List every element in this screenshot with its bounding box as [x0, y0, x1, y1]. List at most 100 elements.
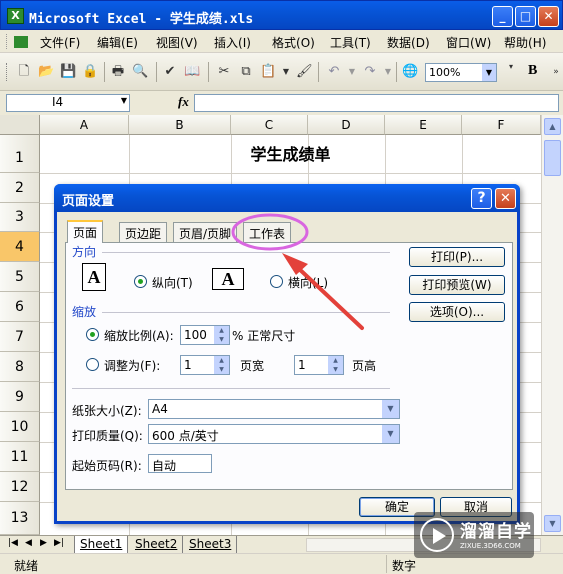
print-preview-button[interactable]: 打印预览(W)	[409, 275, 505, 295]
spin-up-icon[interactable]: ▲	[214, 356, 229, 365]
scroll-thumb[interactable]	[544, 140, 561, 176]
row-header[interactable]: 6	[0, 292, 40, 322]
cut-icon[interactable]: ✂	[216, 64, 232, 80]
row-header[interactable]: 1	[0, 135, 40, 173]
tab-margins[interactable]: 页边距	[119, 222, 168, 242]
menu-edit[interactable]: 编辑(E)	[97, 34, 138, 51]
row-header[interactable]: 4	[0, 232, 40, 262]
menu-window[interactable]: 窗口(W)	[446, 34, 491, 51]
maximize-button[interactable]: □	[515, 6, 536, 27]
row-header[interactable]: 3	[0, 203, 40, 232]
dialog-title-bar[interactable]: 页面设置 ? ✕	[54, 184, 520, 212]
sheet-tab-3[interactable]: Sheet3	[184, 536, 238, 553]
first-sheet-icon[interactable]: |◀	[8, 538, 18, 548]
menu-help[interactable]: 帮助(H)	[504, 34, 546, 51]
scroll-down-button[interactable]: ▼	[544, 515, 561, 532]
paste-icon[interactable]: 📋	[260, 64, 276, 80]
chevron-down-icon[interactable]: ▼	[382, 425, 399, 443]
landscape-label[interactable]: 横向(L)	[288, 274, 328, 291]
menu-file[interactable]: 文件(F)	[40, 34, 80, 51]
column-header[interactable]: B	[129, 115, 231, 135]
tab-header-footer[interactable]: 页眉/页脚	[173, 222, 238, 242]
chevron-down-icon[interactable]: ▼	[482, 64, 496, 81]
select-all-corner[interactable]	[0, 115, 40, 135]
scroll-up-button[interactable]: ▲	[544, 118, 561, 135]
format-painter-icon[interactable]: 🖌	[296, 64, 313, 80]
row-header[interactable]: 7	[0, 322, 40, 352]
row-header[interactable]: 10	[0, 412, 40, 442]
first-page-number-input[interactable]: 自动	[148, 454, 212, 473]
toolbar-more-icon[interactable]: »	[548, 64, 563, 80]
research-icon[interactable]: 📖	[184, 64, 200, 80]
chevron-down-icon[interactable]: ▼	[382, 400, 399, 418]
fit-to-radio[interactable]	[86, 358, 99, 371]
hyperlink-icon[interactable]: 🌐	[402, 64, 418, 80]
spin-down-icon[interactable]: ▼	[214, 365, 229, 374]
tab-sheet[interactable]: 工作表	[243, 222, 292, 242]
menu-format[interactable]: 格式(O)	[272, 34, 315, 51]
prev-sheet-icon[interactable]: ◀	[25, 538, 32, 548]
help-button[interactable]: ?	[471, 188, 492, 209]
undo-dropdown-icon[interactable]: ▼	[344, 64, 360, 80]
row-header[interactable]: 9	[0, 382, 40, 412]
column-header[interactable]: C	[231, 115, 308, 135]
spin-up-icon[interactable]: ▲	[328, 356, 343, 365]
menu-insert[interactable]: 插入(I)	[214, 34, 251, 51]
bold-button[interactable]: B	[528, 63, 537, 79]
insert-function-icon[interactable]: fx	[178, 94, 189, 110]
adjust-scale-label[interactable]: 缩放比例(A):	[104, 327, 174, 344]
paste-dropdown-icon[interactable]: ▼	[278, 64, 294, 80]
vertical-scrollbar[interactable]: ▲ ▼	[541, 115, 563, 535]
column-header[interactable]: D	[308, 115, 385, 135]
row-header[interactable]: 13	[0, 502, 40, 535]
options-button[interactable]: 选项(O)...	[409, 302, 505, 322]
minimize-button[interactable]: _	[492, 6, 513, 27]
print-quality-select[interactable]: 600 点/英寸 ▼	[148, 424, 400, 444]
row-header[interactable]: 8	[0, 352, 40, 382]
fit-wide-input[interactable]: 1 ▲ ▼	[180, 355, 230, 375]
paper-size-select[interactable]: A4 ▼	[148, 399, 400, 419]
dialog-close-button[interactable]: ✕	[495, 188, 516, 209]
redo-dropdown-icon[interactable]: ▼	[380, 64, 396, 80]
zoom-select[interactable]: 100% ▼	[425, 63, 497, 82]
scale-percent-input[interactable]: 100 ▲ ▼	[180, 325, 230, 345]
print-icon[interactable]: 🖶	[110, 64, 126, 80]
copy-icon[interactable]: ⧉	[238, 64, 254, 80]
spin-up-icon[interactable]: ▲	[214, 326, 229, 335]
excel-app-icon[interactable]: X	[7, 8, 24, 24]
sheet-tab-2[interactable]: Sheet2	[130, 536, 184, 553]
print-preview-icon[interactable]: 🔍	[132, 64, 148, 80]
column-header[interactable]: E	[385, 115, 462, 135]
workbook-icon[interactable]	[14, 36, 28, 48]
last-sheet-icon[interactable]: ▶|	[54, 538, 64, 548]
undo-icon[interactable]: ↶	[326, 64, 342, 80]
row-header[interactable]: 12	[0, 472, 40, 502]
fit-to-label[interactable]: 调整为(F):	[104, 357, 160, 374]
spelling-icon[interactable]: ✔	[162, 64, 178, 80]
tab-page[interactable]: 页面	[67, 220, 104, 243]
chevron-down-icon[interactable]: ▼	[121, 96, 127, 105]
landscape-radio[interactable]	[270, 275, 283, 288]
sheet-title-cell[interactable]: 学生成绩单	[40, 137, 541, 173]
menu-tools[interactable]: 工具(T)	[330, 34, 371, 51]
column-header[interactable]: F	[462, 115, 541, 135]
redo-icon[interactable]: ↷	[362, 64, 378, 80]
toolbar-grip[interactable]	[6, 63, 9, 81]
formula-input[interactable]	[194, 94, 559, 112]
menu-grip[interactable]	[6, 34, 9, 49]
close-button[interactable]: ✕	[538, 6, 559, 27]
toolbar-options-icon[interactable]: ▾	[503, 59, 519, 75]
open-icon[interactable]: 📂	[38, 64, 54, 80]
spin-down-icon[interactable]: ▼	[214, 335, 229, 344]
sheet-tab-1[interactable]: Sheet1	[74, 536, 129, 553]
fit-tall-input[interactable]: 1 ▲ ▼	[294, 355, 344, 375]
print-button[interactable]: 打印(P)...	[409, 247, 505, 267]
menu-data[interactable]: 数据(D)	[387, 34, 430, 51]
portrait-radio[interactable]	[134, 275, 147, 288]
save-icon[interactable]: 💾	[60, 64, 76, 80]
row-header[interactable]: 2	[0, 173, 40, 203]
adjust-scale-radio[interactable]	[86, 328, 99, 341]
new-icon[interactable]: 🗋	[16, 64, 32, 80]
column-header[interactable]: A	[40, 115, 129, 135]
next-sheet-icon[interactable]: ▶	[40, 538, 47, 548]
